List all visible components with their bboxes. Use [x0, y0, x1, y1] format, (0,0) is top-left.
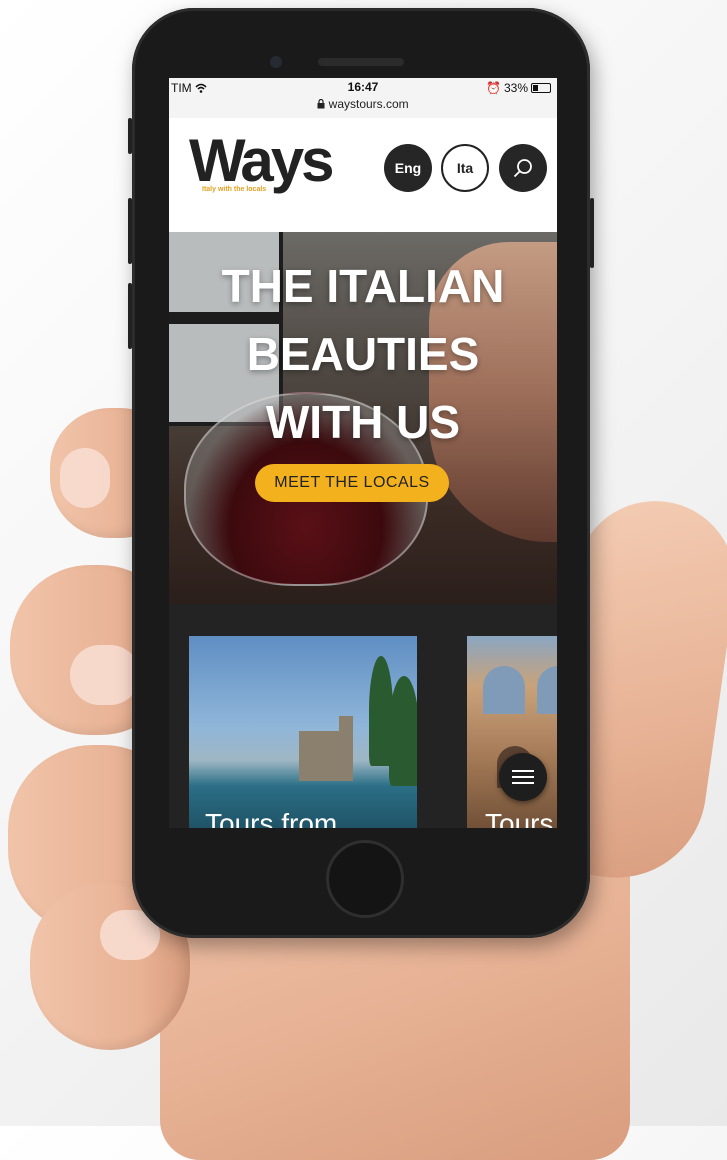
hero-title: THE ITALIAN BEAUTIES WITH US [221, 260, 505, 448]
language-ita-button[interactable]: Ita [441, 144, 489, 192]
home-button[interactable] [326, 840, 404, 918]
url-bar[interactable]: waystours.com [169, 97, 557, 111]
site-header: Ways Italy with the locals Eng Ita [169, 118, 557, 232]
menu-button[interactable] [499, 753, 547, 801]
language-eng-button[interactable]: Eng [384, 144, 432, 192]
battery-indicator: ⏰ 33% [486, 81, 551, 95]
tour-card-title: Tours from [205, 808, 338, 828]
search-button[interactable] [499, 144, 547, 192]
tours-carousel: Tours from Tours [169, 604, 557, 828]
hero-banner: THE ITALIAN BEAUTIES WITH US MEET THE LO… [169, 232, 557, 604]
status-bar: TIM 16:47 waystours.com ⏰ 33% [169, 78, 557, 118]
tour-card-title: Tours [485, 808, 554, 828]
tour-card[interactable]: Tours [467, 636, 557, 828]
alarm-icon: ⏰ [486, 81, 501, 95]
tour-card[interactable]: Tours from [189, 636, 417, 828]
phone-screen: TIM 16:47 waystours.com ⏰ 33% Ways Italy… [169, 78, 557, 828]
logo-tagline: Italy with the locals [202, 186, 267, 193]
front-camera [270, 56, 282, 68]
meet-the-locals-button[interactable]: MEET THE LOCALS [255, 464, 449, 502]
search-icon [513, 159, 532, 178]
hamburger-menu-icon [512, 770, 534, 784]
lock-icon [317, 98, 325, 109]
earpiece-speaker [318, 58, 404, 66]
battery-icon [531, 83, 551, 93]
